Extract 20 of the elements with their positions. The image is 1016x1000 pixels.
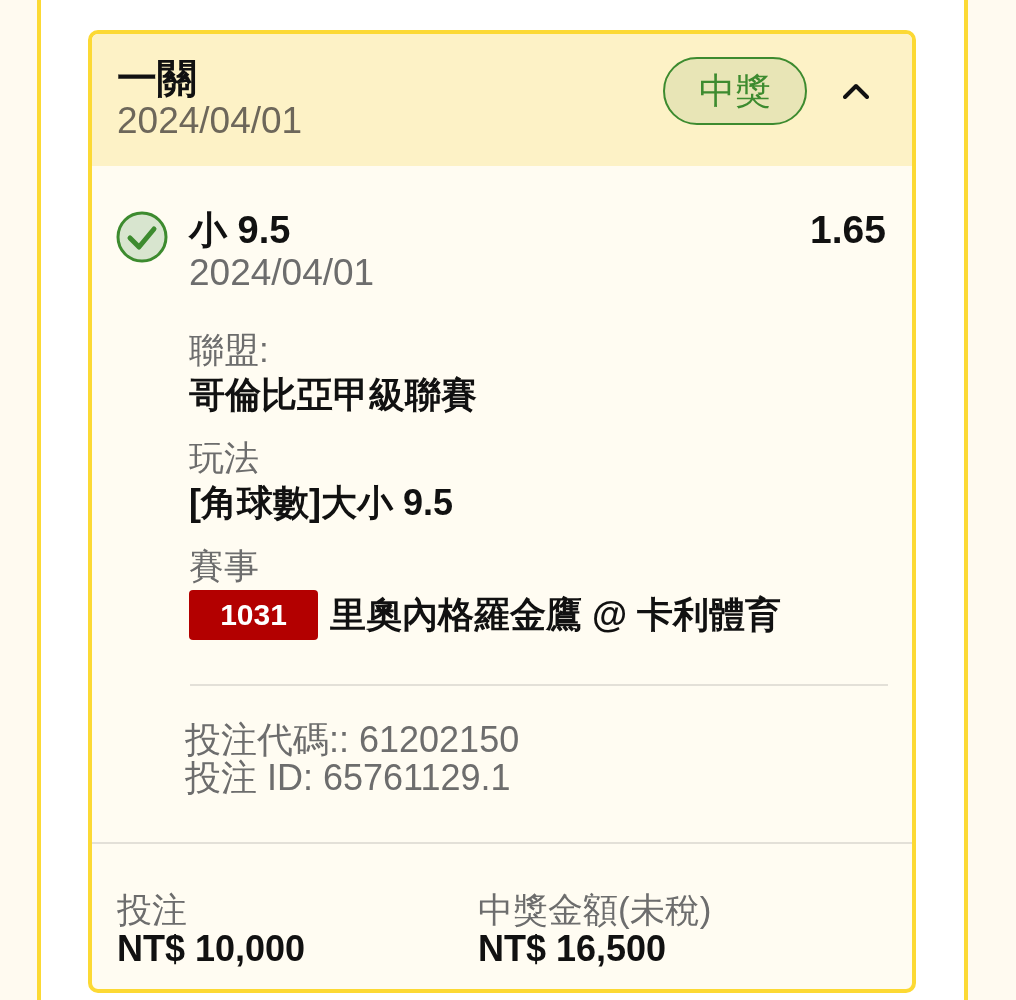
bet-date: 2024/04/01 <box>117 100 304 142</box>
odds-value: 1.65 <box>810 207 886 253</box>
detail-label: 玩法 <box>189 437 260 479</box>
summary-amount: NT$ 16,500 <box>478 931 667 967</box>
chevron-up-icon[interactable] <box>843 83 869 99</box>
detail-label: 賽事 <box>189 545 260 587</box>
detail-label: 聯盟: <box>189 329 270 371</box>
result-badge: 中獎 <box>663 57 807 125</box>
selection-date: 2024/04/01 <box>189 253 376 293</box>
summary-label: 中獎金額(未稅) <box>478 889 713 931</box>
summary-amount: NT$ 10,000 <box>117 931 307 967</box>
bet-reference: 投注 ID: 65761129.1 <box>185 759 512 797</box>
summary-label: 投注 <box>117 889 188 931</box>
bet-reference: 投注代碼:: 61202150 <box>185 721 521 759</box>
event-name: 里奧內格羅金鷹 @ 卡利體育 <box>330 593 782 637</box>
selection-pick: 小 9.5 <box>189 208 291 253</box>
bet-type-title: 一關 <box>117 56 198 100</box>
event-number-badge: 1031 <box>189 590 318 640</box>
detail-value: 哥倫比亞甲級聯賽 <box>189 373 478 417</box>
detail-value: [角球數]大小 9.5 <box>189 481 455 525</box>
